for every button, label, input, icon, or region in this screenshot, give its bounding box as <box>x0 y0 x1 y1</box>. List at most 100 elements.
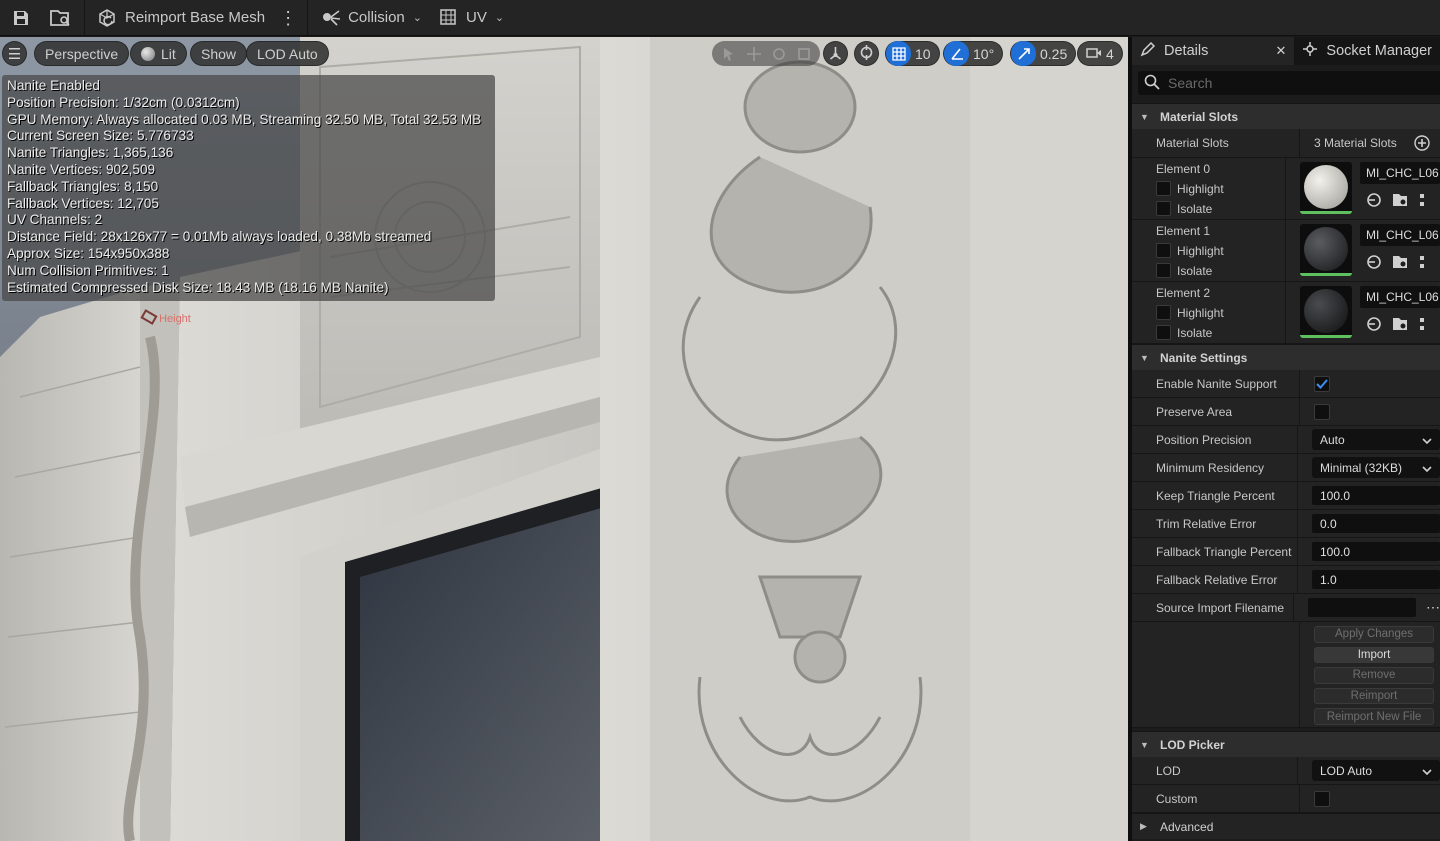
grid-snap-control[interactable]: 10 <box>885 41 940 66</box>
property-label: Preserve Area <box>1132 398 1300 425</box>
section-material-slots[interactable]: ▼ Material Slots <box>1132 103 1440 129</box>
browse-to-asset-button[interactable] <box>42 0 80 36</box>
apply-changes-button[interactable]: Apply Changes <box>1314 626 1434 643</box>
isolate-toggle[interactable]: Isolate <box>1156 201 1285 216</box>
save-button[interactable] <box>0 0 42 36</box>
lod-dropdown[interactable]: LOD Auto <box>1312 760 1440 781</box>
highlight-checkbox[interactable] <box>1156 181 1171 196</box>
reimport-button[interactable]: Reimport <box>1314 687 1434 705</box>
rotation-snap-icon[interactable] <box>944 41 969 66</box>
use-selected-asset-icon[interactable] <box>1366 254 1382 275</box>
material-asset-picker[interactable]: MI_CHC_L06 <box>1360 224 1440 246</box>
details-search-input[interactable]: Search <box>1138 71 1440 95</box>
highlight-checkbox[interactable] <box>1156 243 1171 258</box>
browse-asset-icon[interactable] <box>1392 192 1410 213</box>
use-selected-asset-icon[interactable] <box>1366 192 1382 213</box>
world-axis-icon <box>828 45 843 63</box>
material-thumbnail[interactable] <box>1300 286 1352 338</box>
highlight-checkbox[interactable] <box>1156 305 1171 320</box>
collision-menu-button[interactable]: Collision ⌄ <box>312 0 430 36</box>
select-tool-icon[interactable] <box>716 41 741 66</box>
material-actions <box>1360 254 1440 275</box>
more-options-icon[interactable] <box>1420 254 1428 275</box>
lighting-mode-button[interactable]: Lit <box>130 41 187 66</box>
trim-relative-error-input[interactable]: 0.0 <box>1312 514 1440 533</box>
tab-details-label: Details <box>1164 43 1209 59</box>
stat-line: Nanite Enabled <box>7 78 100 93</box>
use-selected-asset-icon[interactable] <box>1366 316 1382 337</box>
minimum-residency-row: Minimum Residency Minimal (32KB) <box>1132 454 1440 482</box>
browse-asset-icon[interactable] <box>1392 316 1410 337</box>
highlight-toggle[interactable]: Highlight <box>1156 305 1285 320</box>
move-tool-icon[interactable] <box>741 41 766 66</box>
add-material-slot-icon[interactable] <box>1414 135 1430 154</box>
minimum-residency-dropdown[interactable]: Minimal (32KB) <box>1312 457 1440 478</box>
expanded-triangle-icon: ▼ <box>1140 739 1149 750</box>
material-asset-picker[interactable]: MI_CHC_L06 <box>1360 162 1440 184</box>
element-controls: Element 0 Highlight Isolate <box>1132 158 1286 219</box>
fallback-relative-error-input[interactable]: 1.0 <box>1312 570 1440 589</box>
coordinate-system-button[interactable] <box>823 41 848 66</box>
enable-nanite-checkbox[interactable] <box>1314 375 1330 392</box>
show-flags-button[interactable]: Show <box>190 41 248 66</box>
browse-file-ellipsis-icon[interactable]: ⋯ <box>1426 599 1440 616</box>
source-import-filename-input[interactable] <box>1308 598 1416 617</box>
element-controls: Element 1 Highlight Isolate <box>1132 220 1286 281</box>
scale-snap-control[interactable]: 0.25 <box>1010 41 1077 66</box>
import-button[interactable]: Import <box>1314 646 1434 664</box>
custom-lod-checkbox[interactable] <box>1314 790 1330 807</box>
more-options-icon[interactable] <box>1420 316 1428 337</box>
position-precision-dropdown[interactable]: Auto <box>1312 429 1440 450</box>
lighting-mode-label: Lit <box>161 45 176 62</box>
camera-marker-icon <box>140 309 158 325</box>
tab-details[interactable]: Details ✕ <box>1132 37 1295 65</box>
close-tab-icon[interactable]: ✕ <box>1276 43 1287 59</box>
element-name: Element 0 <box>1156 162 1211 176</box>
property-value: ⋯ <box>1294 594 1440 621</box>
rotate-tool-icon[interactable] <box>766 41 791 66</box>
rotation-snap-control[interactable]: 10° <box>943 41 1004 66</box>
keep-triangle-percent-input[interactable]: 100.0 <box>1312 486 1440 505</box>
reimport-options-button[interactable]: ⋮ <box>273 0 303 36</box>
uv-menu-button[interactable]: UV ⌄ <box>430 0 512 36</box>
kebab-menu-icon: ⋮ <box>279 7 298 28</box>
section-nanite-settings[interactable]: ▼ Nanite Settings <box>1132 344 1440 370</box>
view-mode-perspective-button[interactable]: Perspective <box>34 41 130 66</box>
preserve-area-checkbox[interactable] <box>1314 403 1330 420</box>
isolate-checkbox[interactable] <box>1156 263 1171 278</box>
rotation-snap-value: 10° <box>973 45 995 62</box>
grid-snap-icon[interactable] <box>886 41 911 66</box>
isolate-toggle[interactable]: Isolate <box>1156 263 1285 278</box>
isolate-checkbox[interactable] <box>1156 325 1171 340</box>
material-asset-picker[interactable]: MI_CHC_L06 <box>1360 286 1440 308</box>
more-options-icon[interactable] <box>1420 192 1428 213</box>
isolate-toggle[interactable]: Isolate <box>1156 325 1285 340</box>
browse-asset-icon[interactable] <box>1392 254 1410 275</box>
mesh-viewport[interactable]: ☰ Perspective Lit Show LOD Auto 10 10° 0… <box>0 37 1128 841</box>
tab-socket-manager[interactable]: Socket Manager <box>1294 37 1440 65</box>
surface-snap-button[interactable] <box>854 41 879 66</box>
fallback-triangle-percent-input[interactable]: 100.0 <box>1312 542 1440 561</box>
property-label: Source Import Filename <box>1132 594 1294 621</box>
remove-button[interactable]: Remove <box>1314 667 1434 684</box>
stat-line: Current Screen Size: 5.776733 <box>7 128 194 144</box>
reimport-mesh-icon <box>97 7 119 29</box>
lod-selector-button[interactable]: LOD Auto <box>246 41 329 66</box>
camera-speed-control[interactable]: 4 <box>1077 41 1123 66</box>
viewport-options-button[interactable]: ☰ <box>2 41 27 66</box>
material-thumbnail[interactable] <box>1300 162 1352 214</box>
reimport-new-file-button[interactable]: Reimport New File <box>1314 708 1434 725</box>
reimport-base-mesh-button[interactable]: Reimport Base Mesh <box>89 0 273 36</box>
material-thumbnail[interactable] <box>1300 224 1352 276</box>
scale-tool-icon[interactable] <box>791 41 816 66</box>
section-advanced[interactable]: ▶ Advanced <box>1132 813 1440 839</box>
fallback-triangle-percent-row: Fallback Triangle Percent 100.0 <box>1132 538 1440 566</box>
highlight-toggle[interactable]: Highlight <box>1156 243 1285 258</box>
scale-snap-icon[interactable] <box>1011 41 1036 66</box>
chevron-down-icon <box>1422 433 1432 447</box>
section-lod-picker[interactable]: ▼ LOD Picker <box>1132 731 1440 757</box>
property-value: 0.0 <box>1298 510 1440 537</box>
highlight-toggle[interactable]: Highlight <box>1156 181 1285 196</box>
stat-line: Fallback Vertices: 12,705 <box>7 195 159 211</box>
isolate-checkbox[interactable] <box>1156 201 1171 216</box>
